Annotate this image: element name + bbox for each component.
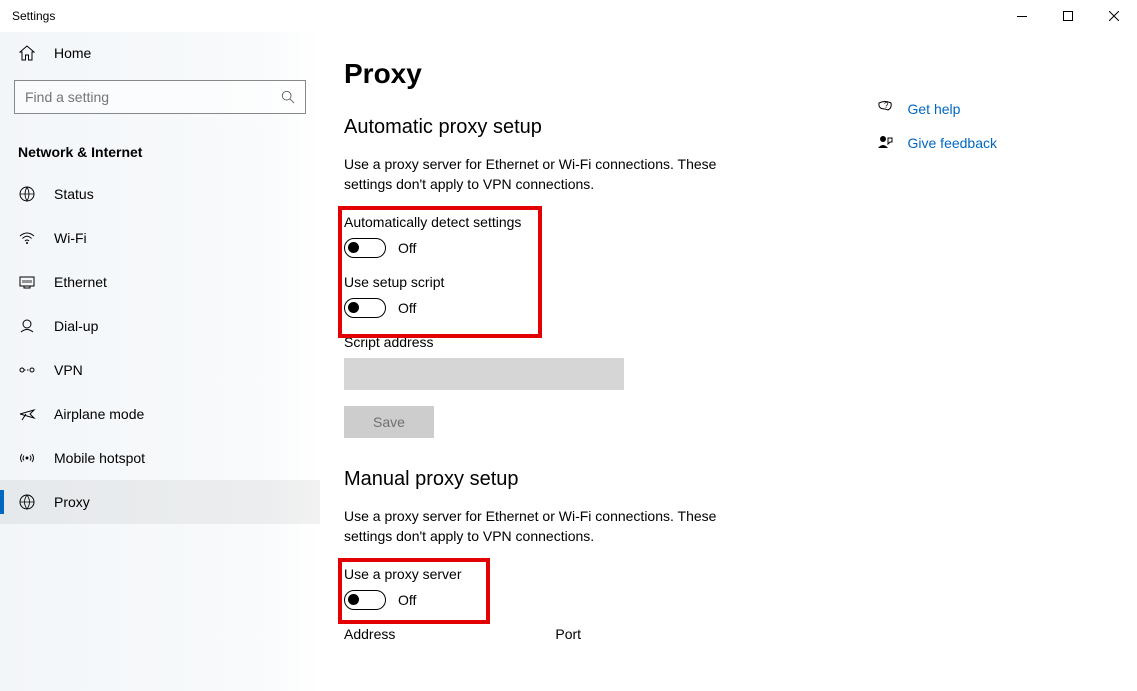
- get-help-text: Get help: [908, 101, 961, 117]
- setup-script-toggle[interactable]: [344, 298, 386, 318]
- feedback-icon: [876, 134, 894, 152]
- sidebar-item-ethernet[interactable]: Ethernet: [0, 260, 320, 304]
- sidebar-item-dialup[interactable]: Dial-up: [0, 304, 320, 348]
- sidebar-item-airplane[interactable]: Airplane mode: [0, 392, 320, 436]
- help-icon: ?: [876, 100, 894, 118]
- auto-detect-state: Off: [398, 240, 416, 256]
- wifi-icon: [18, 229, 36, 247]
- sidebar: Home Network & Internet Status Wi-Fi: [0, 32, 320, 691]
- manual-section-desc: Use a proxy server for Ethernet or Wi-Fi…: [344, 507, 764, 546]
- give-feedback-link[interactable]: Give feedback: [876, 134, 998, 152]
- minimize-button[interactable]: [999, 0, 1045, 32]
- get-help-link[interactable]: ? Get help: [876, 100, 998, 118]
- give-feedback-text: Give feedback: [908, 135, 998, 151]
- use-proxy-label: Use a proxy server: [344, 566, 1113, 582]
- auto-detect-toggle[interactable]: [344, 238, 386, 258]
- maximize-button[interactable]: [1045, 0, 1091, 32]
- use-proxy-state: Off: [398, 592, 416, 608]
- svg-text:?: ?: [884, 101, 889, 110]
- address-label: Address: [344, 626, 395, 642]
- category-header: Network & Internet: [0, 130, 320, 172]
- sidebar-item-wifi[interactable]: Wi-Fi: [0, 216, 320, 260]
- save-button: Save: [344, 406, 434, 438]
- window-title: Settings: [12, 9, 999, 23]
- sidebar-item-label: Ethernet: [54, 274, 107, 290]
- proxy-icon: [18, 493, 36, 511]
- dialup-icon: [18, 317, 36, 335]
- search-input[interactable]: [25, 89, 281, 105]
- close-button[interactable]: [1091, 0, 1137, 32]
- home-label: Home: [54, 45, 91, 61]
- script-address-input[interactable]: [344, 358, 624, 390]
- setup-script-label: Use setup script: [344, 274, 1113, 290]
- page-title: Proxy: [344, 58, 1113, 90]
- sidebar-item-vpn[interactable]: VPN: [0, 348, 320, 392]
- auto-detect-label: Automatically detect settings: [344, 214, 1113, 230]
- airplane-icon: [18, 405, 36, 423]
- sidebar-item-label: Status: [54, 186, 94, 202]
- home-nav[interactable]: Home: [0, 32, 320, 74]
- sidebar-item-label: Mobile hotspot: [54, 450, 145, 466]
- use-proxy-toggle[interactable]: [344, 590, 386, 610]
- setup-script-state: Off: [398, 300, 416, 316]
- sidebar-item-status[interactable]: Status: [0, 172, 320, 216]
- home-icon: [18, 44, 36, 62]
- auto-section-desc: Use a proxy server for Ethernet or Wi-Fi…: [344, 155, 764, 194]
- hotspot-icon: [18, 449, 36, 467]
- ethernet-icon: [18, 273, 36, 291]
- auto-section-title: Automatic proxy setup: [344, 116, 1113, 139]
- port-label: Port: [555, 626, 581, 642]
- status-icon: [18, 185, 36, 203]
- sidebar-item-label: Airplane mode: [54, 406, 144, 422]
- sidebar-item-label: VPN: [54, 362, 83, 378]
- search-box[interactable]: [14, 80, 306, 114]
- script-address-label: Script address: [344, 334, 1113, 350]
- sidebar-item-hotspot[interactable]: Mobile hotspot: [0, 436, 320, 480]
- content-area: Proxy Automatic proxy setup Use a proxy …: [320, 32, 1137, 691]
- sidebar-item-label: Proxy: [54, 494, 90, 510]
- sidebar-item-label: Dial-up: [54, 318, 98, 334]
- manual-section-title: Manual proxy setup: [344, 468, 1113, 491]
- sidebar-item-label: Wi-Fi: [54, 230, 87, 246]
- sidebar-item-proxy[interactable]: Proxy: [0, 480, 320, 524]
- search-icon: [281, 90, 295, 104]
- vpn-icon: [18, 361, 36, 379]
